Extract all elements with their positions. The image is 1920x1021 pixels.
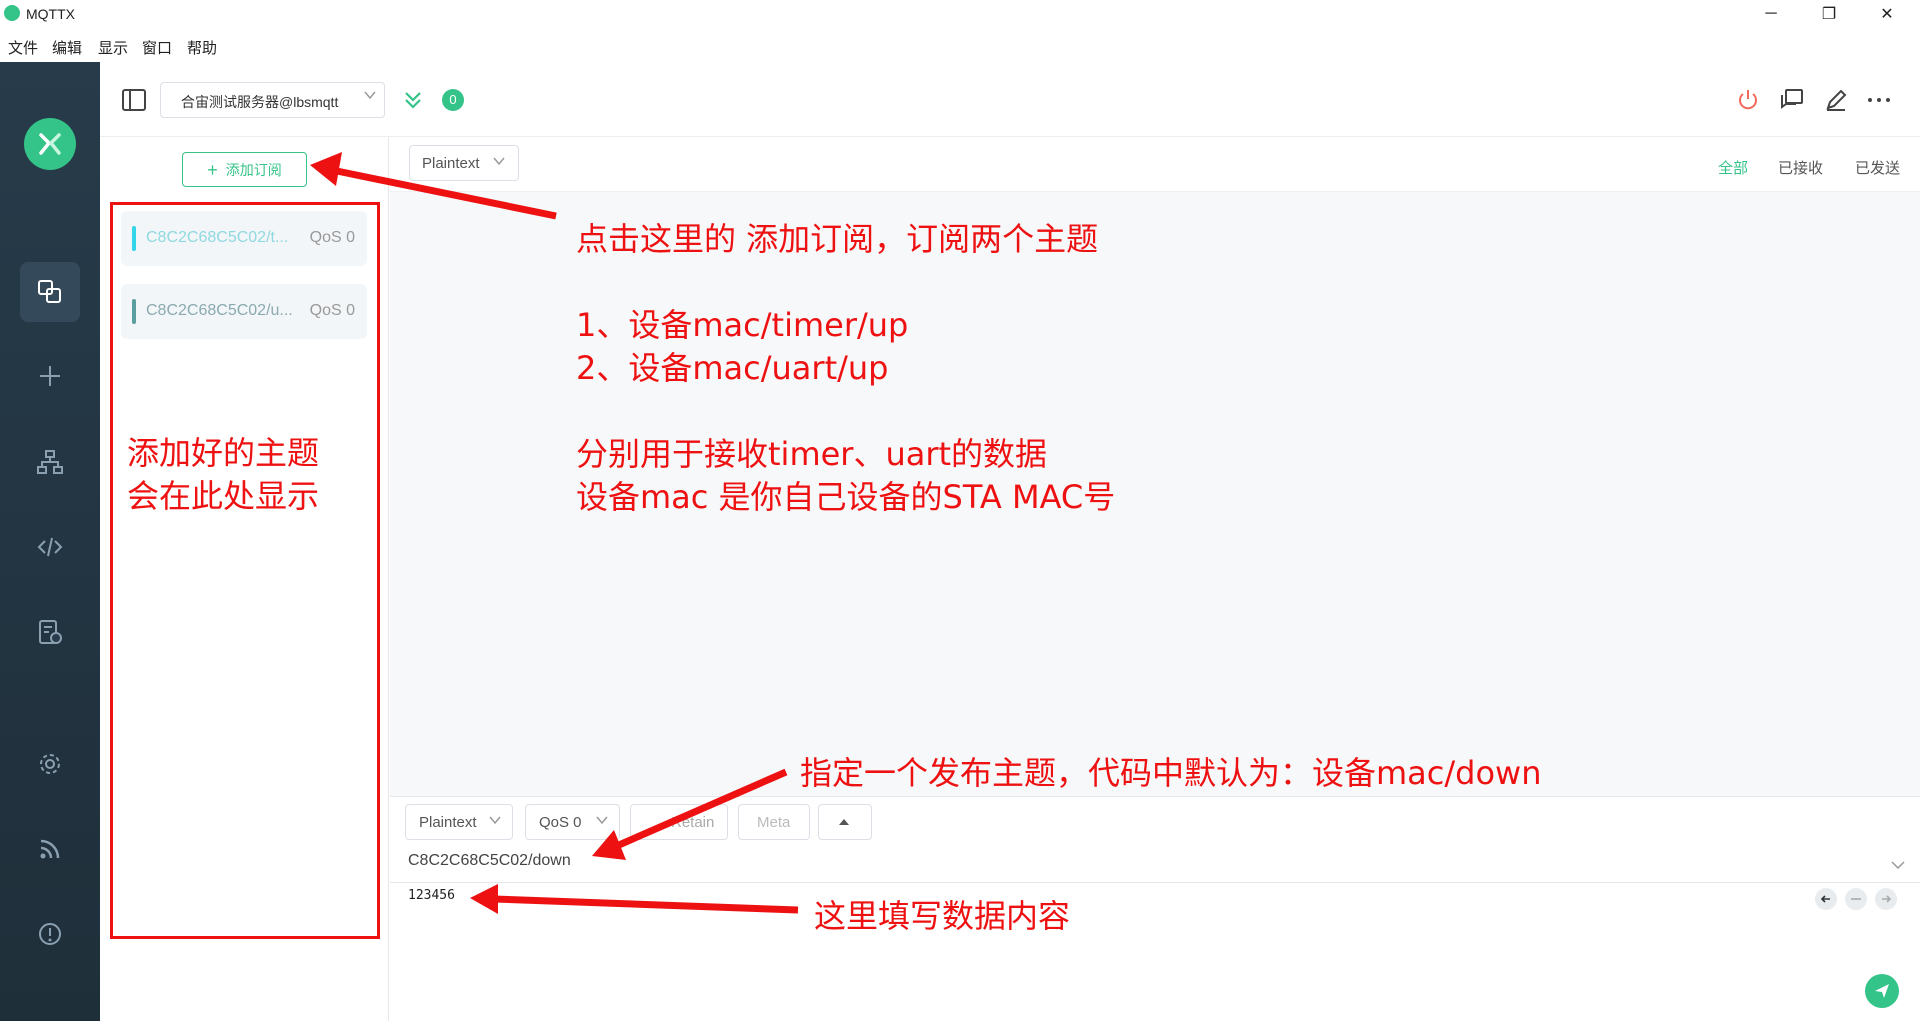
arrow-head xyxy=(310,152,342,186)
arrow-to-payload xyxy=(493,895,799,914)
arrow-to-topic xyxy=(610,768,788,852)
arrow-to-add-sub xyxy=(331,166,557,220)
annotation-arrows xyxy=(310,152,799,914)
arrow-head xyxy=(470,884,498,914)
